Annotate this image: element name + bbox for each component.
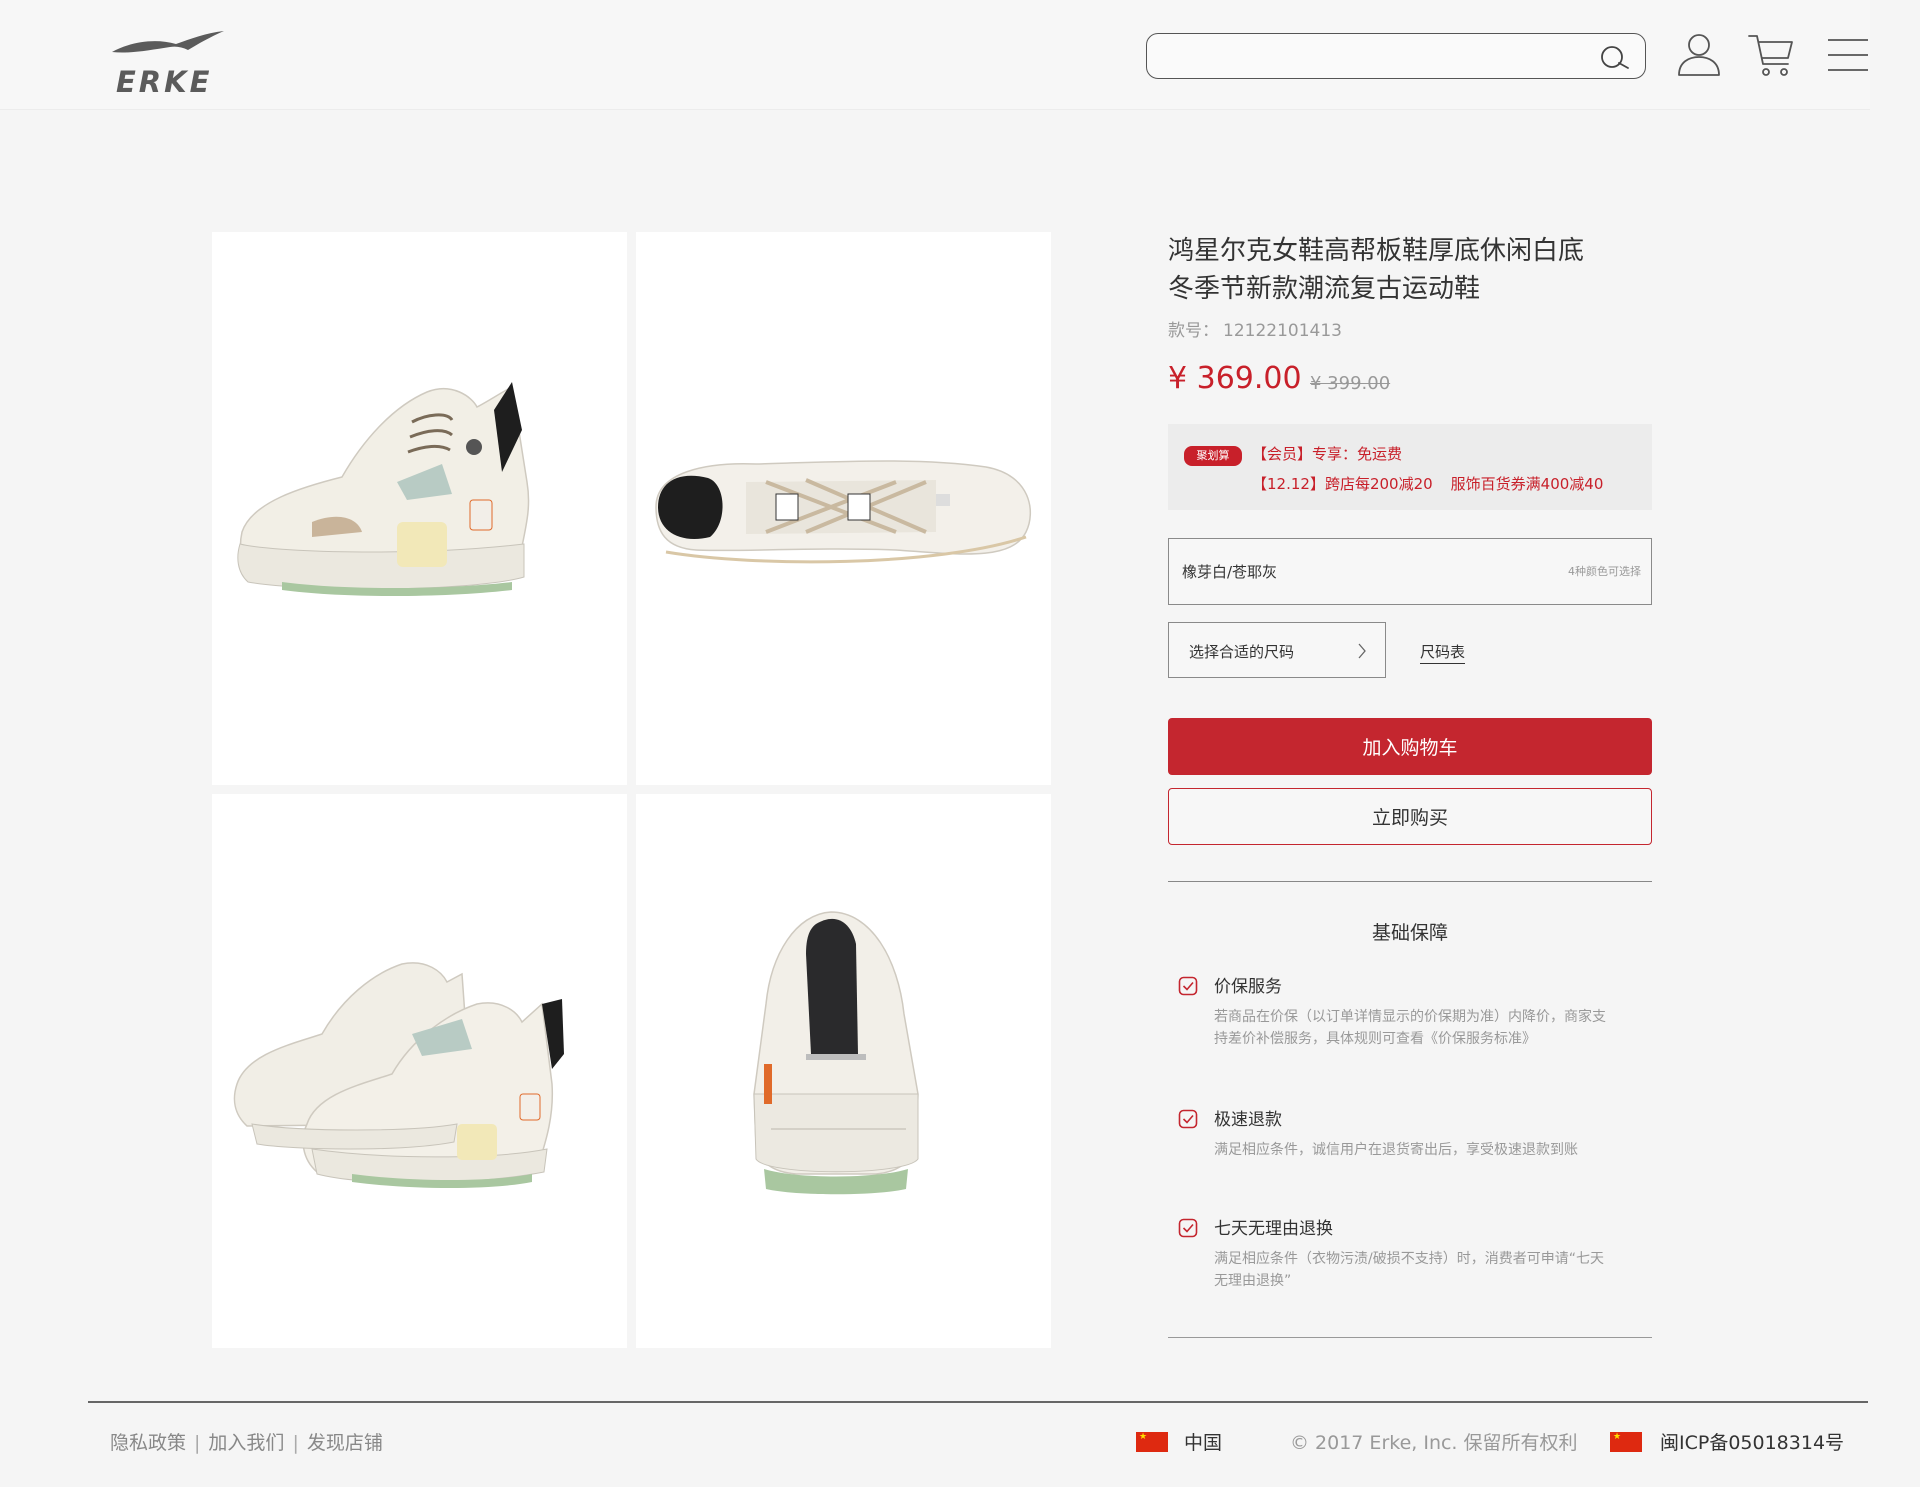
promo-line1: 【会员】专享：免运费 bbox=[1252, 445, 1403, 463]
guarantee-item-desc: 满足相应条件，诚信用户在退货寄出后，享受极速退款到账 bbox=[1214, 1142, 1578, 1158]
link-separator: | bbox=[194, 1432, 201, 1454]
country-selector[interactable]: 中国 bbox=[1184, 1428, 1222, 1455]
find-store-link[interactable]: 发现店铺 bbox=[307, 1432, 383, 1454]
product-title: 鸿星尔克女鞋高帮板鞋厚底休闲白底 冬季节新款潮流复古运动鞋 bbox=[1168, 232, 1648, 308]
search-icon[interactable] bbox=[1597, 43, 1631, 71]
promo-box: 聚划算 【会员】专享：免运费 【12.12】跨店每200减20 服饰百货券满400… bbox=[1168, 424, 1652, 510]
current-price: ¥ 369.00 bbox=[1168, 361, 1302, 396]
icp-license-text: 闽ICP备05018314号 bbox=[1660, 1432, 1845, 1454]
guarantee-item-desc: 满足相应条件（衣物污渍/破损不支持）时，消费者可申请“七天无理由退换” bbox=[1214, 1251, 1604, 1289]
link-separator: | bbox=[292, 1432, 299, 1454]
product-info-panel: 鸿星尔克女鞋高帮板鞋厚底休闲白底 冬季节新款潮流复古运动鞋 款号： 1212210… bbox=[1168, 232, 1652, 1338]
product-title-line2: 冬季节新款潮流复古运动鞋 bbox=[1168, 274, 1481, 304]
product-image-back[interactable] bbox=[636, 794, 1051, 1348]
color-selector[interactable]: 橡芽白/苍耶灰 4种颜色可选择 bbox=[1168, 538, 1652, 605]
guarantee-item-title: 价保服务 bbox=[1214, 977, 1282, 997]
guarantee-item-desc: 若商品在价保（以订单详情显示的价保期为准）内降价，商家支持差价补偿服务，具体规则… bbox=[1214, 1009, 1606, 1047]
divider bbox=[1168, 881, 1652, 882]
site-header: ERKE bbox=[0, 0, 1870, 110]
erke-swoosh-icon bbox=[112, 31, 224, 53]
promo-line2-b: 服饰百货券满400减40 bbox=[1450, 475, 1604, 493]
color-count-hint: 4种颜色可选择 bbox=[1568, 565, 1641, 578]
user-icon[interactable] bbox=[1674, 30, 1724, 80]
promo-line2-a: 【12.12】跨店每200减20 bbox=[1252, 475, 1433, 493]
guarantee-title: 基础保障 bbox=[1371, 922, 1448, 944]
footer-divider bbox=[88, 1401, 1868, 1403]
product-image-pair[interactable] bbox=[212, 794, 627, 1348]
search-input[interactable] bbox=[1161, 34, 1581, 77]
original-price: ¥ 399.00 bbox=[1310, 373, 1391, 394]
copyright-text: © 2017 Erke, Inc. 保留所有权利 bbox=[1290, 1432, 1578, 1454]
join-us-link[interactable]: 加入我们 bbox=[208, 1432, 284, 1454]
checkbox-checked-icon bbox=[1178, 1218, 1198, 1238]
guarantee-item-title: 极速退款 bbox=[1214, 1110, 1282, 1130]
sneaker-pair-image bbox=[233, 962, 564, 1188]
size-chart-link[interactable]: 尺码表 bbox=[1420, 641, 1466, 664]
add-to-cart-button[interactable]: 加入购物车 bbox=[1168, 718, 1652, 775]
menu-icon[interactable] bbox=[1822, 30, 1872, 80]
china-flag-icon bbox=[1610, 1432, 1642, 1452]
sneaker-back-image bbox=[753, 911, 919, 1195]
guarantee-item-title: 七天无理由退换 bbox=[1214, 1219, 1333, 1239]
price-block: ¥ 369.00 ¥ 399.00 bbox=[1168, 361, 1652, 401]
size-selector-label: 选择合适的尺码 bbox=[1189, 643, 1295, 661]
sku-label: 款号： bbox=[1168, 321, 1219, 341]
product-image-side[interactable] bbox=[212, 232, 627, 785]
search-box[interactable] bbox=[1146, 33, 1646, 79]
china-flag-icon bbox=[1136, 1432, 1168, 1452]
sneaker-top-image bbox=[655, 460, 1032, 564]
checkbox-checked-icon bbox=[1178, 1109, 1198, 1129]
promo-tag-badge: 聚划算 bbox=[1184, 446, 1242, 466]
privacy-policy-link[interactable]: 隐私政策 bbox=[110, 1432, 186, 1454]
buy-now-button[interactable]: 立即购买 bbox=[1168, 788, 1652, 845]
footer-links: 隐私政策 | 加入我们 | 发现店铺 bbox=[110, 1428, 383, 1455]
product-title-line1: 鸿星尔克女鞋高帮板鞋厚底休闲白底 bbox=[1168, 236, 1585, 266]
chevron-right-icon bbox=[1358, 643, 1366, 659]
promo-line2: 【12.12】跨店每200减20 服饰百货券满400减40 bbox=[1252, 473, 1603, 494]
sku-value: 12122101413 bbox=[1223, 321, 1342, 341]
cart-icon[interactable] bbox=[1746, 30, 1796, 80]
brand-logo[interactable]: ERKE bbox=[110, 28, 226, 99]
divider bbox=[1168, 1337, 1652, 1338]
selected-color: 橡芽白/苍耶灰 bbox=[1182, 563, 1278, 581]
checkbox-checked-icon bbox=[1178, 976, 1198, 996]
brand-wordmark: ERKE bbox=[116, 65, 213, 99]
product-sku: 款号： 12122101413 bbox=[1168, 316, 1652, 341]
size-selector[interactable]: 选择合适的尺码 bbox=[1168, 622, 1386, 678]
sneaker-side-image bbox=[237, 382, 530, 596]
product-image-top[interactable] bbox=[636, 232, 1051, 785]
